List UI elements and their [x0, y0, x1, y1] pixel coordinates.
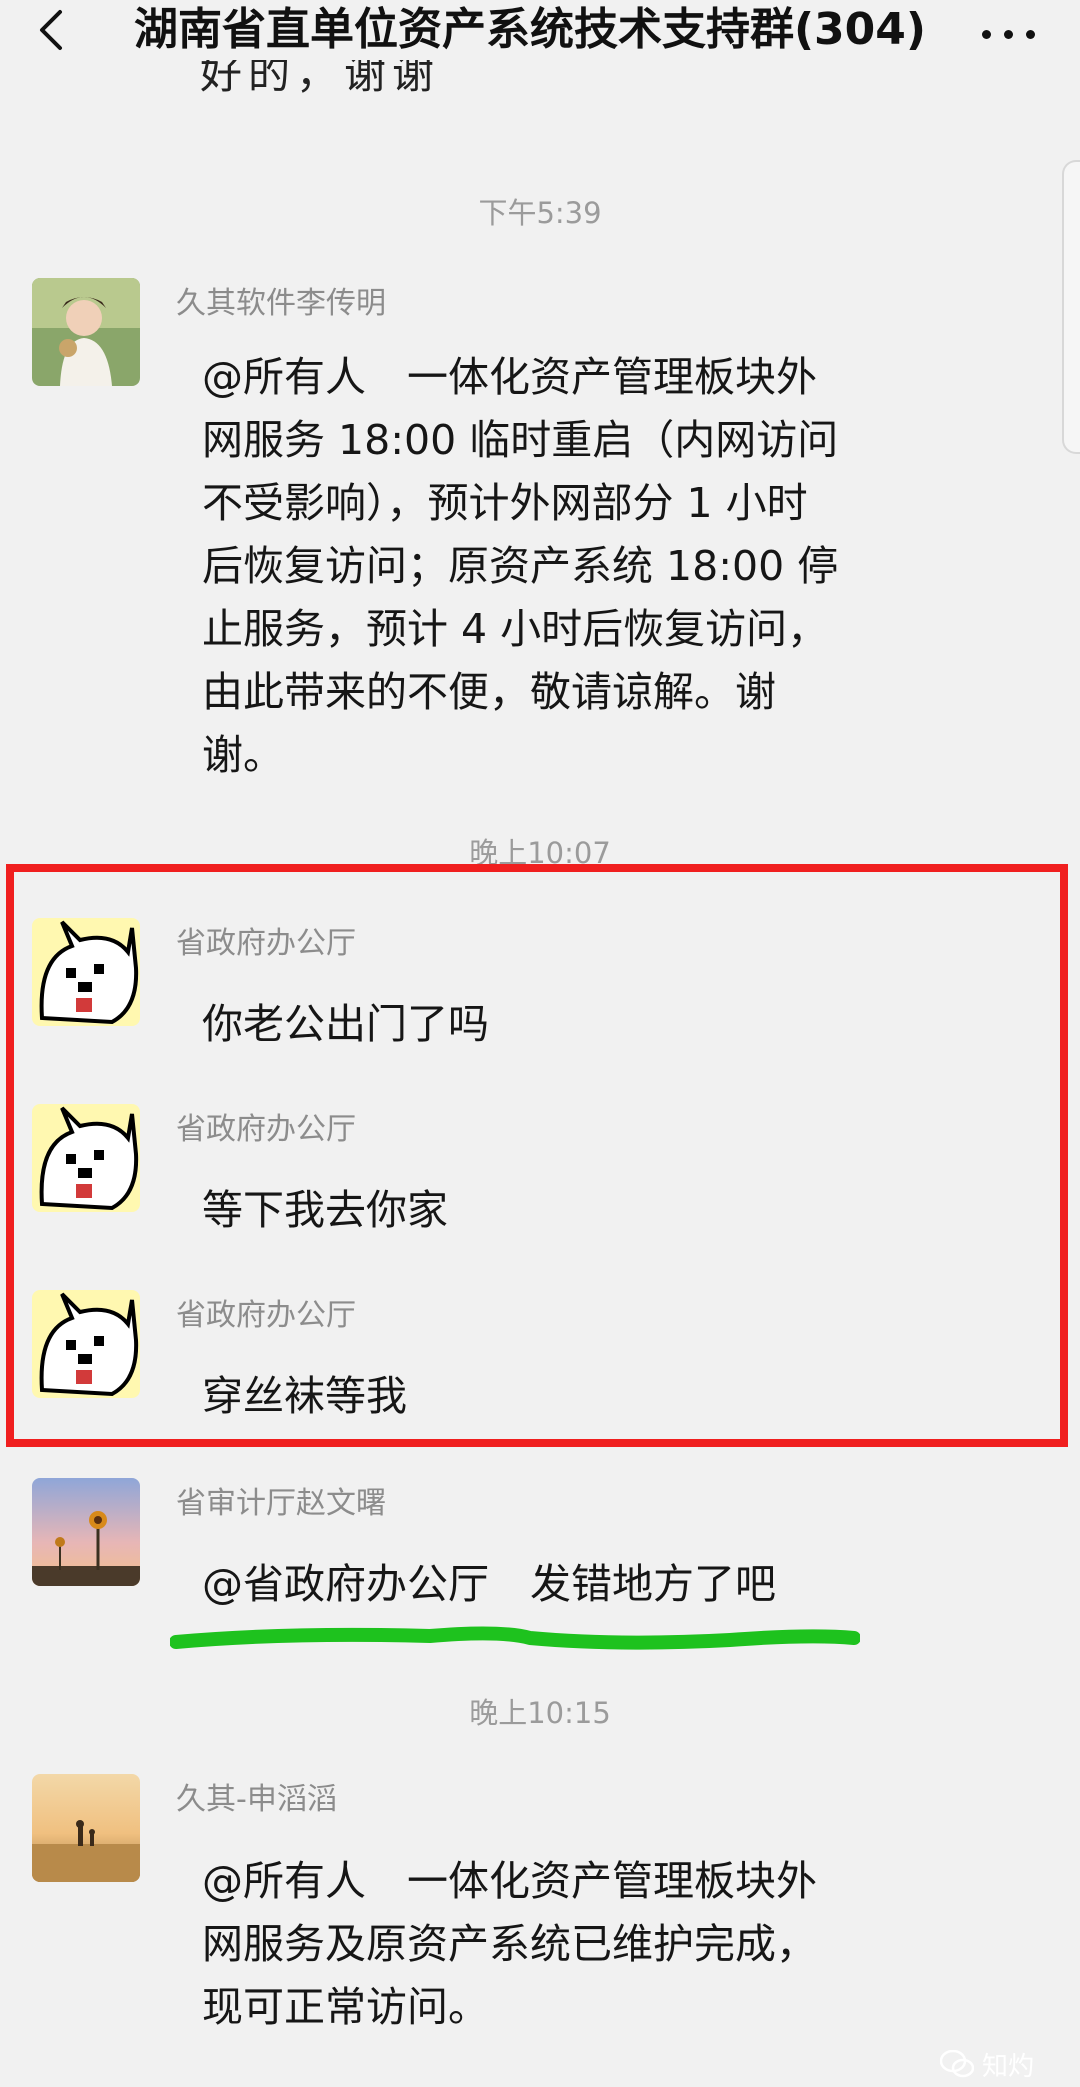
message-line: 现可正常访问。 — [202, 1983, 489, 2031]
avatar-field-sunset — [32, 1774, 140, 1882]
avatar[interactable] — [32, 1774, 140, 1882]
avatar[interactable] — [32, 278, 140, 386]
message-line: 止服务，预计 4 小时后恢复访问， — [202, 605, 829, 653]
red-highlight-box — [6, 864, 1068, 1447]
back-button[interactable] — [32, 6, 72, 54]
message-line: @所有人 一体化资产管理板块外 — [202, 353, 817, 401]
message-line: 网服务及原资产系统已维护完成， — [202, 1920, 817, 1968]
timestamp: 下午5:39 — [478, 196, 602, 230]
message-line: 由此带来的不便，敬请谅解。谢 — [202, 668, 776, 716]
message-bubble[interactable]: @所有人 一体化资产管理板块外 网服务及原资产系统已维护完成， 现可正常访问。 — [176, 1842, 888, 2053]
timestamp: 晚上10:15 — [469, 1696, 611, 1730]
sender-name: 省审计厅赵文曙 — [176, 1486, 386, 1521]
message-text: 穿丝袜等我 — [202, 1372, 407, 1420]
group-title: 湖南省直单位资产系统技术支持群(304) — [133, 4, 927, 55]
message-line: 谢。 — [202, 731, 284, 779]
message-bubble[interactable]: 等下我去你家 — [176, 1171, 474, 1256]
chevron-left-icon — [40, 10, 62, 50]
message-text: @省政府办公厅 发错地方了吧 — [202, 1560, 776, 1608]
message-bubble[interactable]: @省政府办公厅 发错地方了吧 — [176, 1545, 802, 1630]
avatar-cartoon-dog — [32, 918, 140, 1026]
message-line: 后恢复访问；原资产系统 18:00 停 — [202, 542, 839, 590]
watermark: 知灼 — [940, 2048, 1035, 2082]
timestamp: 晚上10:07 — [469, 836, 611, 870]
avatar-cartoon-dog — [32, 1290, 140, 1398]
sender-name: 久其软件李传明 — [176, 286, 386, 321]
watermark-text: 知灼 — [982, 2051, 1035, 2082]
message-line: 网服务 18:00 临时重启（内网访问 — [202, 416, 839, 464]
message-line: @所有人 一体化资产管理板块外 — [202, 1857, 817, 1905]
chat-header: 湖南省直单位资产系统技术支持群(304) — [0, 0, 1080, 60]
wechat-icon — [940, 2050, 974, 2078]
message-bubble[interactable]: @所有人 一体化资产管理板块外 网服务 18:00 临时重启（内网访问 不受影响… — [176, 338, 888, 801]
sender-name: 省政府办公厅 — [176, 926, 356, 961]
avatar-sunflower-sunset — [32, 1478, 140, 1586]
avatar[interactable] — [32, 1104, 140, 1212]
message-text: 你老公出门了吗 — [202, 1000, 489, 1048]
more-options-button[interactable] — [970, 8, 1050, 52]
sender-name: 久其-申滔滔 — [176, 1782, 337, 1817]
avatar-girl-photo — [32, 278, 140, 386]
sender-name: 省政府办公厅 — [176, 1298, 356, 1333]
message-text: 等下我去你家 — [202, 1186, 448, 1234]
avatar[interactable] — [32, 918, 140, 1026]
previous-message-fragment: 好的，谢谢 — [200, 60, 441, 96]
message-line: 不受影响），预计外网部分 1 小时 — [202, 479, 808, 527]
message-bubble[interactable]: 穿丝袜等我 — [176, 1357, 433, 1442]
avatar[interactable] — [32, 1478, 140, 1586]
avatar-cartoon-dog — [32, 1104, 140, 1212]
avatar[interactable] — [32, 1290, 140, 1398]
sender-name: 省政府办公厅 — [176, 1112, 356, 1147]
green-underline-mark — [170, 1626, 860, 1650]
message-bubble[interactable]: 你老公出门了吗 — [176, 985, 515, 1070]
